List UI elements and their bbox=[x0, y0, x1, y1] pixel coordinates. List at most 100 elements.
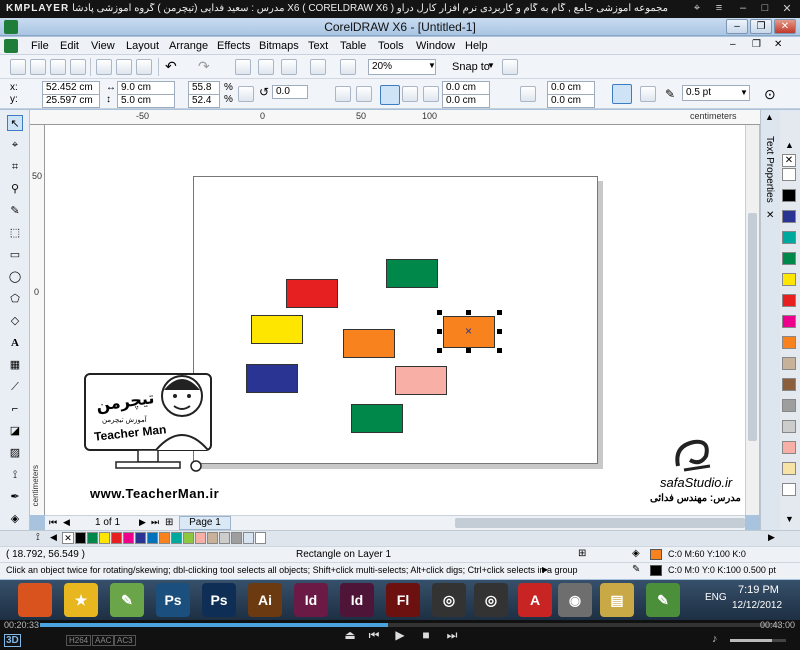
color-swatch[interactable] bbox=[782, 378, 796, 391]
app-launcher-icon[interactable] bbox=[340, 59, 356, 75]
crop-tool-icon[interactable]: ⌗ bbox=[7, 159, 23, 175]
corner-bottom-right-field[interactable]: 0.0 cm bbox=[547, 94, 595, 108]
close-player-icon[interactable]: ✕ bbox=[780, 2, 794, 15]
selection-handle[interactable] bbox=[437, 329, 442, 334]
next-page-icon[interactable]: ▶ bbox=[139, 517, 146, 528]
taskbar-app-icon[interactable]: Fl bbox=[386, 583, 420, 617]
color-swatch[interactable] bbox=[219, 532, 230, 544]
color-swatch[interactable] bbox=[87, 532, 98, 544]
dimension-tool-icon[interactable]: ⟋ bbox=[7, 379, 23, 395]
menu-bitmaps[interactable]: Bitmaps bbox=[259, 40, 299, 52]
outline-color-swatch[interactable] bbox=[650, 565, 662, 576]
color-swatch[interactable] bbox=[111, 532, 122, 544]
taskbar-app-icon[interactable]: ◉ bbox=[558, 583, 592, 617]
maximize-player-icon[interactable]: □ bbox=[758, 2, 772, 14]
red-rect[interactable] bbox=[286, 279, 338, 308]
hint-arrow-icon[interactable]: ▶ bbox=[542, 565, 548, 574]
scale-width-field[interactable]: 55.8 bbox=[188, 81, 220, 95]
to-curves-icon[interactable]: ⊙ bbox=[764, 86, 776, 103]
ellipse-tool-icon[interactable]: ◯ bbox=[7, 269, 23, 285]
redo-icon[interactable]: ↷ bbox=[198, 58, 210, 75]
pick-tool-icon[interactable]: ↖ bbox=[7, 115, 23, 131]
green-rect-bottom[interactable] bbox=[351, 404, 403, 433]
previous-icon[interactable]: ⏮ bbox=[366, 628, 382, 643]
restore-button[interactable]: ❐ bbox=[750, 19, 772, 34]
color-swatch[interactable] bbox=[123, 532, 134, 544]
color-swatch[interactable] bbox=[171, 532, 182, 544]
print-icon[interactable] bbox=[70, 59, 86, 75]
color-swatch[interactable] bbox=[147, 532, 158, 544]
color-swatch[interactable] bbox=[243, 532, 254, 544]
cut-icon[interactable] bbox=[96, 59, 112, 75]
palette-scroll-up-icon[interactable]: ▲ bbox=[785, 140, 794, 150]
taskbar-app-icon[interactable]: ★ bbox=[64, 583, 98, 617]
menu-file[interactable]: File bbox=[31, 40, 49, 52]
doc-restore-icon[interactable]: ❐ bbox=[752, 39, 761, 50]
selection-handle[interactable] bbox=[497, 310, 502, 315]
palette-right-icon[interactable]: ▶ bbox=[768, 532, 775, 543]
taskbar-app-icon[interactable]: Ai bbox=[248, 583, 282, 617]
next-icon[interactable]: ⏭ bbox=[444, 628, 460, 643]
color-swatch[interactable] bbox=[255, 532, 266, 544]
coreldraw-app-icon[interactable] bbox=[4, 20, 18, 34]
table-tool-icon[interactable]: ▦ bbox=[7, 357, 23, 373]
selection-handle[interactable] bbox=[497, 348, 502, 353]
mirror-vertical-icon[interactable] bbox=[356, 86, 372, 102]
color-swatch[interactable] bbox=[782, 273, 796, 286]
color-swatch[interactable] bbox=[135, 532, 146, 544]
taskbar-app-icon[interactable]: A bbox=[518, 583, 552, 617]
no-color-swatch[interactable]: ✕ bbox=[782, 154, 796, 167]
color-swatch[interactable] bbox=[782, 189, 796, 202]
taskbar-app-icon[interactable] bbox=[18, 583, 52, 617]
corner-bottom-left-field[interactable]: 0.0 cm bbox=[442, 94, 490, 108]
freehand-tool-icon[interactable]: ✎ bbox=[7, 203, 23, 219]
zoom-dropdown-icon[interactable]: ▼ bbox=[428, 61, 436, 70]
selection-handle[interactable] bbox=[437, 310, 442, 315]
relative-corner-icon[interactable] bbox=[612, 84, 632, 104]
prev-page-icon[interactable]: ◀ bbox=[63, 517, 70, 528]
navy-rect[interactable] bbox=[246, 364, 298, 393]
outline-tool-icon[interactable]: ✒ bbox=[7, 489, 23, 505]
language-indicator[interactable]: ENG bbox=[705, 592, 727, 603]
selection-handle[interactable] bbox=[466, 348, 471, 353]
eject-icon[interactable]: ⏏ bbox=[342, 628, 358, 642]
doc-minimize-icon[interactable]: – bbox=[730, 39, 736, 50]
palette-scroll-down-icon[interactable]: ▼ bbox=[785, 514, 794, 524]
corner-lock-icon[interactable] bbox=[520, 86, 536, 102]
open-icon[interactable] bbox=[30, 59, 46, 75]
stop-icon[interactable]: ■ bbox=[418, 628, 434, 642]
corner-top-left-field[interactable]: 0.0 cm bbox=[442, 81, 490, 95]
selection-handle[interactable] bbox=[466, 310, 471, 315]
color-swatch[interactable] bbox=[782, 420, 796, 433]
seek-bar[interactable] bbox=[40, 623, 780, 627]
3d-button[interactable]: 3D bbox=[4, 634, 21, 647]
height-field[interactable]: 5.0 cm bbox=[117, 94, 175, 108]
export-icon[interactable] bbox=[281, 59, 297, 75]
undo-icon[interactable]: ↶ bbox=[165, 58, 177, 75]
docker-scroll-up-icon[interactable]: ▲ bbox=[765, 112, 774, 122]
pin-icon[interactable]: ⌖ bbox=[690, 2, 704, 15]
taskbar-app-icon[interactable]: ✎ bbox=[110, 583, 144, 617]
round-corner-icon[interactable] bbox=[380, 85, 400, 105]
selection-handle[interactable] bbox=[437, 348, 442, 353]
width-field[interactable]: 9.0 cm bbox=[117, 81, 175, 95]
color-swatch[interactable] bbox=[231, 532, 242, 544]
color-swatch[interactable] bbox=[782, 399, 796, 412]
color-proof-icon[interactable]: ⊞ bbox=[578, 548, 586, 559]
taskbar-app-icon[interactable]: Ps bbox=[202, 583, 236, 617]
options-icon[interactable] bbox=[502, 59, 518, 75]
text-properties-tab[interactable]: Text Properties bbox=[764, 136, 775, 203]
no-fill-swatch[interactable]: ✕ bbox=[62, 532, 74, 544]
snap-dropdown-icon[interactable]: ▼ bbox=[487, 61, 495, 70]
taskbar-app-icon[interactable]: Id bbox=[294, 583, 328, 617]
page-tab[interactable]: Page 1 bbox=[179, 516, 231, 530]
menu-text[interactable]: Text bbox=[308, 40, 328, 52]
menu-table[interactable]: Table bbox=[340, 40, 366, 52]
settings-icon[interactable]: ≡ bbox=[712, 2, 726, 14]
color-swatch[interactable] bbox=[782, 252, 796, 265]
taskbar-app-icon[interactable]: Ps bbox=[156, 583, 190, 617]
color-swatch[interactable] bbox=[207, 532, 218, 544]
menu-edit[interactable]: Edit bbox=[60, 40, 79, 52]
new-icon[interactable] bbox=[10, 59, 26, 75]
color-swatch[interactable] bbox=[195, 532, 206, 544]
